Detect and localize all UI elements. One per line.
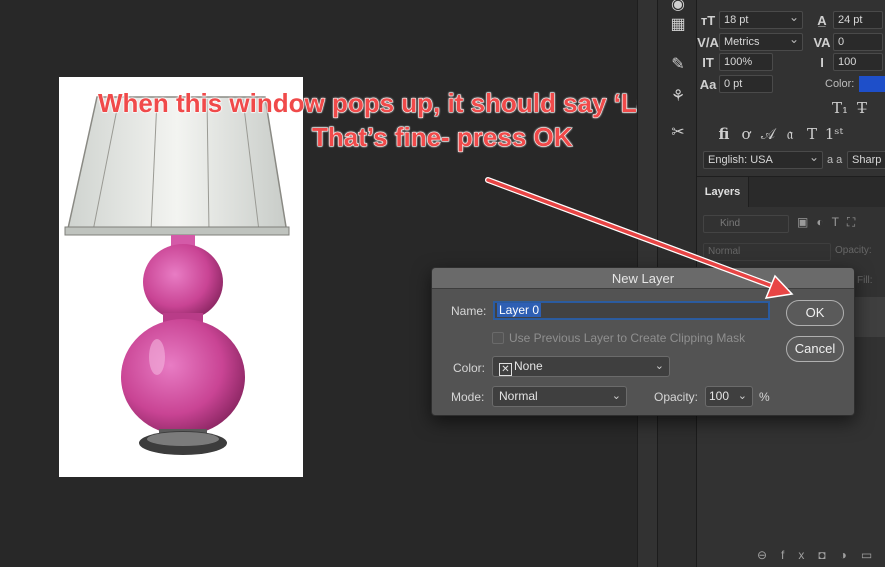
subscript-icon[interactable]: T₁ <box>829 99 851 117</box>
mode-select-value: Normal <box>499 389 538 403</box>
leading-field[interactable]: 24 pt <box>833 11 883 29</box>
opacity-value: 100 <box>709 389 730 403</box>
strikethrough-icon[interactable]: T̶ <box>851 99 873 117</box>
cancel-button[interactable]: Cancel <box>786 336 844 362</box>
character-panel: тT 18 pt A̲ 24 pt V/A Metrics VA 0 IT 10… <box>697 0 885 176</box>
font-size-field[interactable]: 18 pt <box>719 9 803 29</box>
old-style-icon[interactable]: ơ <box>735 125 757 143</box>
name-label: Name: <box>451 304 487 318</box>
layers-footer-icons[interactable]: ⊖fx◘◑▭ <box>697 543 885 567</box>
document-canvas[interactable] <box>59 77 303 477</box>
antialias-icon: a a <box>827 154 843 166</box>
brush-icon[interactable]: ✎ <box>667 54 689 76</box>
horizontal-scale-icon: I <box>820 54 824 70</box>
grid-icon[interactable]: ▦ <box>667 14 689 36</box>
layer-kind-filter[interactable]: Kind <box>703 215 789 233</box>
font-size-icon: тT <box>700 12 716 28</box>
tools-icon[interactable]: ✂ <box>667 122 689 144</box>
chevron-down-icon: ⌄ <box>611 390 621 402</box>
lamp-image <box>64 96 290 455</box>
opacity-input[interactable]: 100 ⌄ <box>705 386 753 407</box>
vertical-scale-icon: IT <box>702 54 714 70</box>
tracking-icon: VA <box>813 34 831 50</box>
layer-filter-icons[interactable]: ▣◐T⛶ <box>797 215 863 230</box>
layer-fill-label: Fill: <box>857 275 873 286</box>
ok-button[interactable]: OK <box>786 300 844 326</box>
new-layer-dialog: New Layer Name: Layer 0 Use Previous Lay… <box>431 267 855 416</box>
no-color-icon: ✕ <box>499 363 512 376</box>
baseline-shift-field[interactable]: 0 pt <box>719 75 773 93</box>
tracking-field[interactable]: 0 <box>833 33 883 51</box>
clipping-mask-label: Use Previous Layer to Create Clipping Ma… <box>509 331 746 345</box>
vertical-scale-field[interactable]: 100% <box>719 53 773 71</box>
swash-icon[interactable]: 𝒜 <box>757 125 779 143</box>
chevron-down-icon: ⌄ <box>654 360 664 372</box>
percent-label: % <box>759 390 770 404</box>
alternates-icon[interactable]: 𝔞 <box>779 125 801 143</box>
annotation-line-2: That’s fine- press OK <box>312 122 574 153</box>
clipping-mask-checkbox[interactable] <box>492 332 504 344</box>
text-color-swatch[interactable] <box>859 76 885 92</box>
titling-icon[interactable]: T <box>801 125 823 143</box>
leading-icon: A̲ <box>817 12 827 28</box>
dialog-title: New Layer <box>432 268 854 289</box>
color-select[interactable]: ✕ None ⌄ <box>492 356 670 377</box>
antialias-select[interactable]: Sharp <box>847 151 885 169</box>
horizontal-scale-field[interactable]: 100 <box>833 53 883 71</box>
language-select[interactable]: English: USA <box>703 149 823 169</box>
layer-opacity-label: Opacity: <box>835 245 872 256</box>
mode-select[interactable]: Normal ⌄ <box>492 386 627 407</box>
layer-name-input[interactable]: Layer 0 <box>493 301 770 320</box>
color-label: Color: <box>825 78 855 90</box>
kerning-field[interactable]: Metrics <box>719 31 803 51</box>
kerning-icon: V/A <box>697 34 719 50</box>
color-label: Color: <box>453 361 486 375</box>
ligature-icon[interactable]: ﬁ <box>713 125 735 143</box>
brush-settings-icon[interactable]: ⚘ <box>667 86 689 108</box>
annotation-line-1: When this window pops up, it should say … <box>97 88 727 119</box>
photoshop-workspace: When this window pops up, it should say … <box>0 0 885 567</box>
opacity-label: Opacity: <box>654 390 699 404</box>
baseline-shift-icon: Aa <box>699 76 717 92</box>
tab-layers[interactable]: Layers <box>697 177 749 207</box>
layer-blend-mode[interactable]: Normal <box>703 243 831 261</box>
layer-name-value: Layer 0 <box>497 303 542 317</box>
ordinal-icon[interactable]: 1ˢᵗ <box>823 125 845 143</box>
color-select-value: None <box>514 359 543 373</box>
layers-tabbar: Layers <box>697 177 885 207</box>
chevron-down-icon: ⌄ <box>737 390 747 402</box>
mode-label: Mode: <box>451 390 485 404</box>
